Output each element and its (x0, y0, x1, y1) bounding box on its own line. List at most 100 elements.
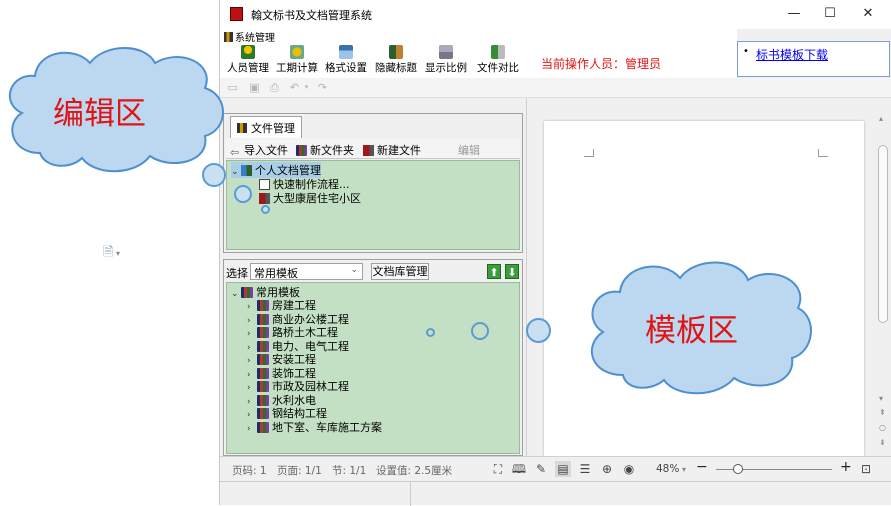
books-icon (257, 408, 269, 419)
read-mode-icon[interactable]: 🕮 (511, 461, 527, 477)
redo-icon[interactable]: ↷ (316, 81, 329, 94)
tree-node-residential[interactable]: 大型康居住宅小区 (259, 190, 361, 206)
new-folder-label: 新文件夹 (310, 144, 354, 157)
schedule-button[interactable]: 工期计算 (275, 45, 319, 77)
template-item[interactable]: › 地下室、车库施工方案 (247, 419, 382, 435)
hide-title-button[interactable]: 隐藏标题 (374, 45, 418, 77)
document-icon: 🗎 ▾ (103, 245, 121, 260)
save-icon[interactable]: ▣ (248, 81, 261, 94)
books-icon (257, 327, 269, 338)
folder-icon (296, 145, 307, 156)
new-file-icon (363, 145, 374, 156)
file-panel: 文件管理 ⇦ 导入文件 新文件夹 新建文件 编辑 ⌄ 个人文档管理 快速制作流程..… (223, 113, 523, 253)
bubble-circle (426, 328, 435, 337)
page-view-icon[interactable]: ▤ (555, 461, 571, 477)
scroll-up-icon[interactable]: ▴ (879, 114, 883, 123)
personnel-button[interactable]: 人员管理 (226, 45, 270, 77)
edit-area-label: 编辑区 (53, 96, 146, 132)
chevron-down-icon: ⌄ (231, 167, 239, 177)
zoom-in-button[interactable]: + (840, 459, 852, 475)
status-bar: 页码: 1 页面: 1/1 节: 1/1 设置值: 2.5厘米 ⛶ 🕮 ✎ ▤ … (220, 456, 891, 481)
document-icon (259, 179, 270, 190)
zoom-ratio-button[interactable]: 显示比例 (424, 45, 468, 77)
select-browse-icon[interactable]: ○ (879, 423, 886, 432)
status-section: 节: 1/1 (332, 465, 367, 477)
chevron-right-icon: › (247, 423, 251, 434)
bubble-circle (526, 318, 551, 343)
next-page-icon[interactable]: ⇟ (879, 438, 886, 447)
bubble-circle (202, 163, 226, 187)
books-icon (257, 354, 269, 365)
bubble-circle (234, 185, 252, 203)
template-tree: ⌄ 常用模板 › 房建工程 › 商业办公楼工程 › 路桥土木工程 › 电力、电气工程 › 安… (226, 282, 520, 454)
books-icon (257, 367, 269, 379)
books-icon (257, 421, 269, 433)
prev-page-icon[interactable]: ⇞ (879, 408, 886, 417)
minimize-button[interactable]: — (782, 5, 806, 23)
chevron-down-icon: ⌄ (350, 265, 358, 275)
library-manage-button[interactable]: 文档库管理 (371, 263, 429, 280)
pen-icon[interactable]: ✎ (533, 461, 549, 477)
new-file-button[interactable]: 新建文件 (363, 142, 421, 158)
compare-button[interactable]: 文件对比 (476, 45, 520, 77)
format-label: 格式设置 (325, 62, 367, 74)
new-file-label: 新建文件 (377, 144, 421, 157)
chevron-down-icon: ⌄ (231, 289, 239, 299)
web-view-icon[interactable]: ⊕ (599, 461, 615, 477)
outline-view-icon[interactable]: ☰ (577, 461, 593, 477)
status-pages: 页面: 1/1 (277, 465, 322, 477)
status-page: 页码: 1 (232, 465, 267, 477)
import-file-label: 导入文件 (244, 144, 288, 157)
books-icon (257, 300, 269, 311)
chevron-down-icon[interactable]: ▾ (682, 465, 686, 474)
maximize-button[interactable]: ☐ (818, 5, 842, 23)
fit-window-icon[interactable]: ⊡ (858, 461, 874, 477)
template-download-link[interactable]: 标书模板下载 (756, 46, 828, 63)
format-button[interactable]: 格式设置 (324, 45, 368, 77)
file-tree: ⌄ 个人文档管理 快速制作流程... 大型康居住宅小区 (226, 160, 520, 250)
move-up-icon[interactable]: ⬆ (487, 264, 501, 279)
import-file-button[interactable]: ⇦ 导入文件 (230, 142, 288, 159)
books-icon (257, 394, 269, 406)
move-down-icon[interactable]: ⬇ (505, 264, 519, 279)
tree-node-label: 大型康居住宅小区 (273, 192, 361, 205)
person-icon (241, 45, 255, 59)
crop-mark (818, 149, 828, 157)
new-folder-button[interactable]: 新文件夹 (296, 142, 354, 158)
format-icon (339, 45, 353, 59)
personnel-label: 人员管理 (227, 62, 269, 74)
tab-file-management[interactable]: 文件管理 (230, 116, 302, 138)
link-panel: • 标书模板下载 (737, 41, 890, 77)
compare-label: 文件对比 (477, 62, 519, 74)
books-icon (257, 381, 269, 392)
eye-care-icon[interactable]: ◉ (621, 461, 637, 477)
undo-dropdown-icon[interactable]: ▾ (300, 81, 313, 94)
scroll-thumb[interactable] (878, 145, 888, 323)
app-icon (230, 7, 243, 21)
calculator-icon (290, 45, 304, 59)
edit-button[interactable]: 编辑 (458, 142, 480, 158)
close-button[interactable]: ✕ (856, 5, 880, 23)
books-icon (257, 340, 269, 352)
zoom-out-button[interactable]: − (696, 459, 708, 475)
template-item-label: 地下室、车库施工方案 (272, 420, 382, 434)
focus-mode-icon[interactable]: ⛶ (490, 461, 506, 477)
template-category-select[interactable]: 常用模板 ⌄ (250, 263, 363, 280)
zoom-slider-thumb[interactable] (733, 464, 743, 474)
print-icon[interactable]: ⎙ (268, 81, 281, 94)
vertical-scrollbar[interactable]: ▴ ▾ ⇞ ○ ⇟ (875, 98, 891, 456)
bottom-strip (220, 481, 891, 506)
compare-icon (491, 45, 505, 59)
title-bar: 翰文标书及文档管理系统 — ☐ ✕ (220, 0, 891, 29)
crop-mark (584, 149, 594, 157)
hide-title-label: 隐藏标题 (375, 62, 417, 74)
folder-icon (241, 165, 252, 176)
schedule-label: 工期计算 (276, 62, 318, 74)
hide-title-icon (389, 45, 403, 59)
tab-file-management-label: 文件管理 (251, 122, 295, 135)
menu-bar: 系统管理 (220, 28, 737, 44)
status-setting: 设置值: 2.5厘米 (376, 465, 453, 477)
select-label: 选择 (226, 267, 248, 280)
scroll-down-icon[interactable]: ▾ (879, 394, 883, 403)
zoom-level[interactable]: 48% (656, 463, 679, 475)
